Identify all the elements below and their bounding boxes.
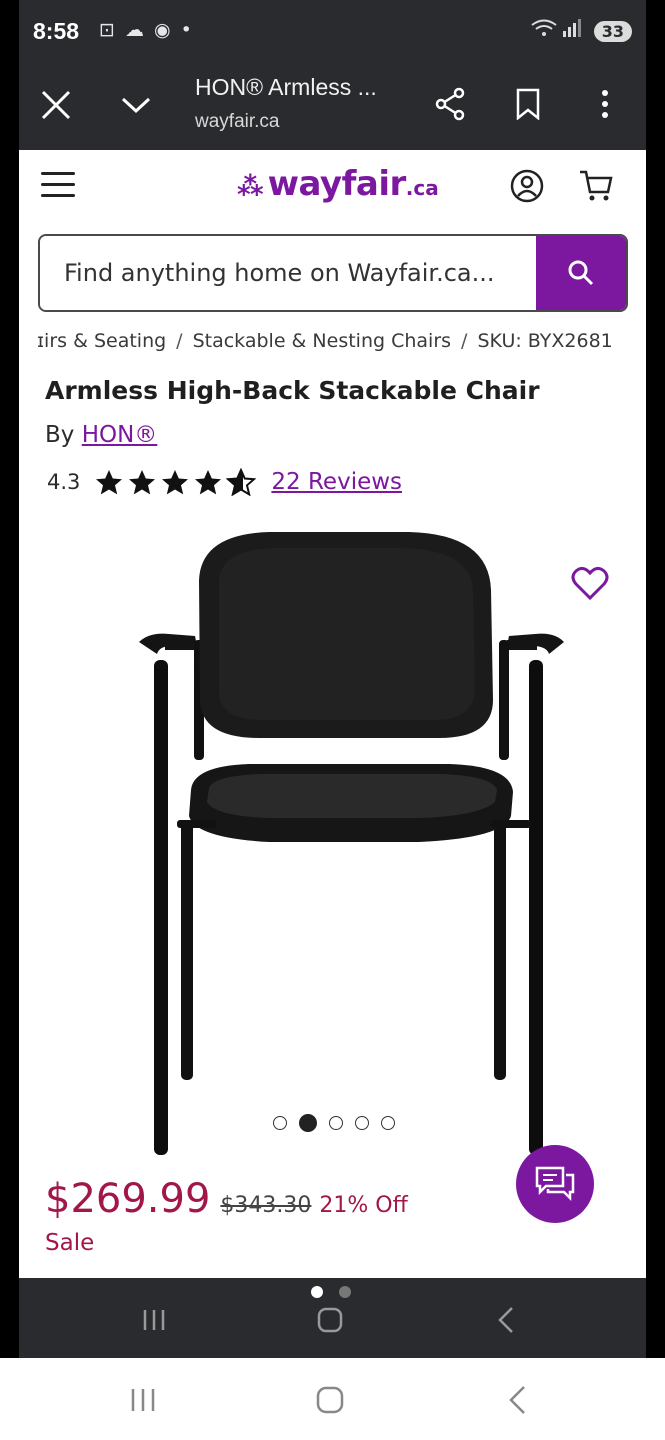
breadcrumb-category[interactable]: ɪirs & Seating — [37, 330, 166, 352]
carousel-dot[interactable] — [355, 1116, 369, 1130]
device-recent-apps-button[interactable] — [118, 1380, 168, 1420]
browser-screen: 8:58 ⊡ ☁ ◉ • 33 HON® Armless ... wayfair… — [19, 0, 646, 1358]
search-input[interactable] — [40, 236, 536, 310]
status-time: 8:58 — [33, 18, 80, 44]
breadcrumb-separator: / — [176, 330, 183, 352]
device-nav-bar — [0, 1358, 665, 1440]
original-price: $343.30 — [220, 1193, 312, 1218]
breadcrumb-subcategory[interactable]: Stackable & Nesting Chairs — [193, 330, 451, 352]
logo-tld: .ca — [405, 176, 439, 200]
notification-icons: ⊡ ☁ ◉ • — [99, 19, 194, 41]
recent-apps-icon — [131, 1389, 155, 1411]
breadcrumb-sku: SKU: BYX2681 — [477, 330, 613, 352]
wifi-icon — [531, 19, 557, 36]
cart-button[interactable] — [578, 168, 616, 206]
bookmark-button[interactable] — [510, 84, 546, 124]
by-prefix: By — [45, 422, 75, 448]
browser-toolbar: HON® Armless ... wayfair.ca — [19, 64, 646, 150]
star-half-icon — [226, 468, 257, 496]
tab-url: wayfair.ca — [195, 111, 280, 132]
recent-apps-icon — [143, 1310, 165, 1330]
carousel-dot[interactable] — [299, 1114, 317, 1132]
recent-apps-button[interactable] — [129, 1302, 179, 1338]
brand-link[interactable]: HON® — [82, 422, 158, 448]
home-icon — [317, 1307, 343, 1333]
home-icon — [316, 1386, 344, 1414]
breadcrumb-separator: / — [461, 330, 468, 352]
sale-badge: Sale — [45, 1230, 95, 1256]
heart-icon — [571, 566, 609, 601]
favorite-button[interactable] — [571, 565, 611, 605]
carousel-dot[interactable] — [329, 1116, 343, 1130]
system-status-icons: 33 — [531, 19, 632, 42]
chat-bubbles-icon — [535, 1166, 575, 1202]
star-filled-icon — [195, 470, 222, 495]
phone-frame: 8:58 ⊡ ☁ ◉ • 33 HON® Armless ... wayfair… — [0, 0, 665, 1358]
search-icon — [568, 260, 594, 286]
discount-label: 21% Off — [319, 1193, 408, 1218]
account-icon — [510, 169, 544, 203]
account-button[interactable] — [509, 168, 547, 206]
wayfair-logo[interactable]: ⁂ wayfair .ca — [237, 164, 439, 208]
cart-icon — [580, 170, 613, 201]
reviews-link[interactable]: 22 Reviews — [271, 469, 402, 495]
home-button[interactable] — [305, 1302, 355, 1338]
star-filled-icon — [162, 470, 189, 495]
tab-title: HON® Armless ... — [195, 74, 377, 100]
status-bar: 8:58 ⊡ ☁ ◉ • 33 — [19, 0, 646, 64]
close-icon — [41, 90, 71, 120]
carousel-dot[interactable] — [273, 1116, 287, 1130]
product-byline: By HON® — [45, 422, 157, 448]
sale-price: $269.99 — [45, 1176, 211, 1222]
bookmark-icon — [516, 88, 540, 120]
search-button[interactable] — [536, 236, 626, 310]
app-nav-bar — [19, 1278, 646, 1358]
signal-icon — [563, 19, 582, 37]
breadcrumb: ɪirs & Seating / Stackable & Nesting Chair… — [37, 330, 613, 352]
site-header: ⁂ wayfair .ca — [19, 150, 646, 228]
rating-row: 4.3 22 Reviews — [47, 468, 402, 496]
carousel-dot[interactable] — [381, 1116, 395, 1130]
device-back-button[interactable] — [492, 1380, 542, 1420]
logo-word: wayfair — [267, 164, 407, 204]
more-vertical-icon — [602, 90, 608, 118]
search-bar — [38, 234, 628, 312]
menu-icon[interactable] — [41, 172, 75, 202]
rating-value: 4.3 — [47, 470, 81, 494]
minimize-button[interactable] — [117, 86, 155, 124]
share-icon — [435, 87, 465, 121]
device-home-button[interactable] — [305, 1380, 355, 1420]
back-chevron-icon — [498, 1307, 513, 1333]
battery-level: 33 — [593, 21, 632, 42]
chevron-down-icon — [121, 97, 151, 114]
page-indicator — [311, 1286, 367, 1298]
price-row: $269.99 $343.30 21% Off — [45, 1176, 408, 1222]
close-tab-button[interactable] — [37, 86, 75, 124]
back-button[interactable] — [481, 1302, 531, 1338]
more-options-button[interactable] — [587, 84, 623, 124]
star-filled-icon — [96, 470, 123, 495]
chair-image — [139, 532, 564, 1155]
image-carousel-dots — [273, 1114, 407, 1132]
chat-button[interactable] — [516, 1145, 594, 1223]
share-button[interactable] — [431, 84, 469, 124]
star-rating — [94, 468, 259, 496]
product-image[interactable] — [99, 520, 569, 1160]
product-title: Armless High-Back Stackable Chair — [45, 376, 540, 405]
back-chevron-icon — [509, 1386, 525, 1414]
star-filled-icon — [129, 470, 156, 495]
logo-mark-icon: ⁂ — [237, 172, 264, 202]
